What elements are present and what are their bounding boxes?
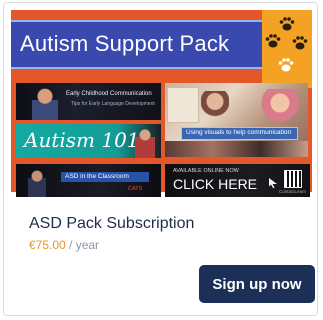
price-amount: €75.00 [29,238,66,252]
paw-prints-panel [262,10,312,88]
child-figure [201,91,229,121]
presenter-figure [261,89,299,129]
thumbnail-click-here: AVAILABLE ONLINE NOW CLICK HERE ContactL… [165,164,310,197]
thumbnail-caption: Early Childhood Communication [66,91,152,97]
brand-logo: ContactLearn [278,189,306,194]
paw-print-icon [265,34,281,48]
qr-code-icon [284,170,302,188]
paw-print-icon [278,58,294,72]
photo-strip [165,141,308,157]
thumbnail-title: Autism 101 [24,128,140,152]
presenter-figure [28,168,46,197]
paw-print-icon [279,17,295,31]
thumbnail-caption: Using visuals to help communication [186,129,292,136]
thumbnail-caption: ASD in the Classroom [65,173,129,180]
cursor-icon [269,178,277,188]
thumbnail-caption-band: Using visuals to help communication [181,127,298,140]
thumbnail-subcaption: Tips for Early Language Development [71,101,155,107]
thumbnail-caption: AVAILABLE ONLINE NOW [173,168,239,174]
product-card: Autism Support Pack Early Childhood Comm… [3,2,318,316]
sign-up-button[interactable]: Sign up now [199,265,315,303]
thumbnail-asd-classroom: ASD in the Classroom CATS [16,164,161,197]
price-period: / year [65,238,100,252]
presenter-figure [32,86,58,120]
paw-print-icon [292,36,308,50]
presenter-figure [135,126,155,158]
thumbnail-caption-band: ASD in the Classroom [61,172,149,182]
banner-title: Autism Support Pack [20,31,230,56]
thumbnail-title: CLICK HERE [173,176,258,192]
banner-title-bar: Autism Support Pack [11,20,266,69]
thumbnail-early-childhood: Early Childhood Communication Tips for E… [16,83,161,120]
product-price: €75.00 / year [29,238,99,252]
product-title[interactable]: ASD Pack Subscription [29,215,194,233]
thumbnail-using-visuals: Using visuals to help communication [165,83,308,157]
cats-logo: CATS [128,186,143,192]
thumbnail-autism-101: Autism 101 [16,124,161,158]
visual-card-figure [167,87,199,123]
